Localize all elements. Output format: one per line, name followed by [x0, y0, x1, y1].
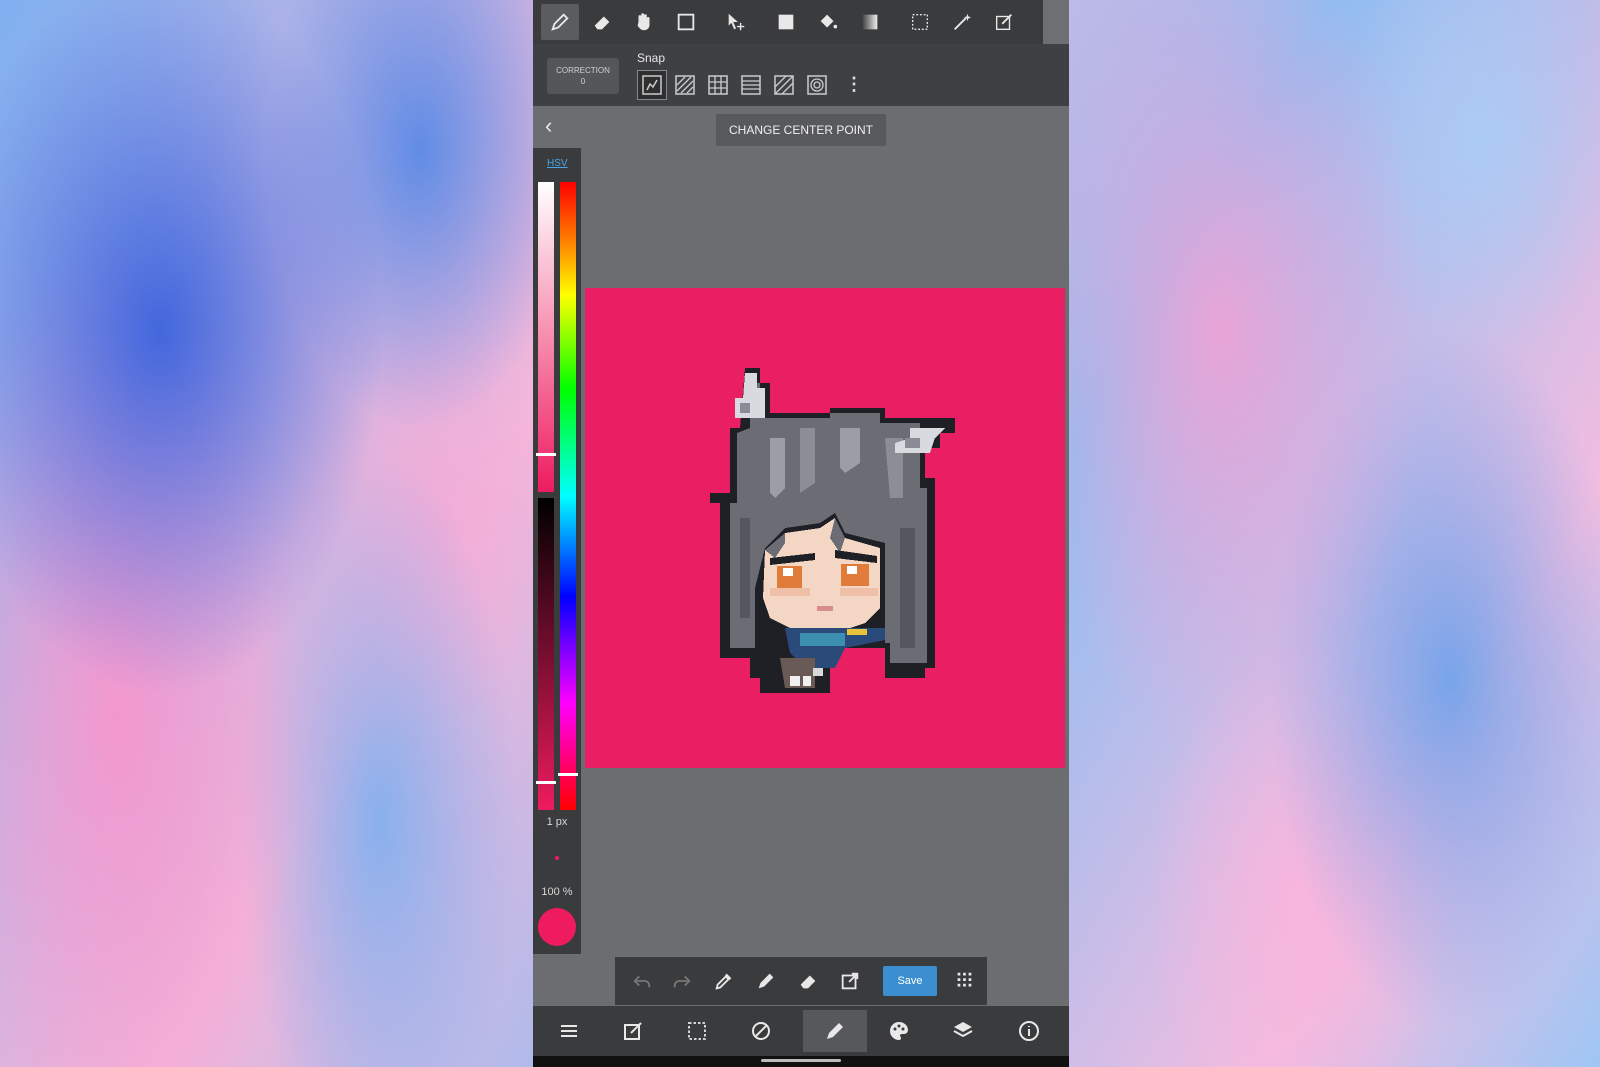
redo-button[interactable]	[665, 965, 699, 997]
snap-diagonal-icon	[774, 75, 794, 95]
hand-tool-button[interactable]	[625, 4, 663, 40]
hue-slider-handle[interactable]	[558, 773, 578, 776]
snap-off-button[interactable]	[637, 70, 667, 100]
brush-size-preview	[555, 856, 559, 860]
menu-icon	[561, 1025, 577, 1037]
select-rect-icon	[911, 13, 929, 31]
color-mode-toggle[interactable]: HSV	[547, 158, 568, 169]
eyedropper-icon	[715, 973, 732, 990]
info-icon	[1019, 1021, 1039, 1041]
selection-icon	[688, 1022, 706, 1040]
value-slider[interactable]	[538, 498, 554, 810]
undo-button[interactable]	[625, 965, 659, 997]
saturation-slider[interactable]	[538, 182, 554, 492]
grid-icon	[957, 972, 972, 987]
opacity-label[interactable]: 100 %	[533, 886, 581, 898]
system-nav-bar	[533, 1056, 1069, 1067]
palette-icon	[889, 1022, 908, 1040]
rotate-icon	[752, 1022, 770, 1040]
move-select-tool-button[interactable]	[717, 4, 755, 40]
gradient-tool-button[interactable]	[851, 4, 889, 40]
color-panel: HSV 1 px 100 %	[533, 148, 581, 954]
bucket-tool-button[interactable]	[809, 4, 847, 40]
shape-tool-button[interactable]	[667, 4, 705, 40]
pencil-icon	[758, 973, 774, 989]
pencil-tool-button[interactable]	[541, 4, 579, 40]
magic-wand-icon	[954, 13, 972, 30]
home-indicator[interactable]	[761, 1059, 841, 1062]
transform-icon	[841, 972, 859, 990]
select-tool-button[interactable]	[901, 4, 939, 40]
snap-circle-button[interactable]	[802, 70, 832, 100]
snap-label: Snap	[637, 51, 666, 65]
select-pen-icon	[995, 14, 1012, 31]
quick-pencil-button[interactable]	[749, 965, 783, 997]
pencil-icon	[551, 13, 569, 31]
snap-diagonal-button[interactable]	[769, 70, 799, 100]
nav-rotate-button[interactable]	[729, 1010, 793, 1052]
app-window: CORRECTION 0 Snap ⋮ ‹ CHANGE CENTER POIN…	[533, 0, 1069, 1067]
back-arrow-icon[interactable]: ‹	[545, 113, 552, 139]
move-select-icon	[728, 13, 745, 31]
quick-action-bar: Save	[615, 957, 987, 1005]
brush-size-label[interactable]: 1 px	[533, 816, 581, 828]
select-pen-tool-button[interactable]	[985, 4, 1023, 40]
brush-icon	[827, 1023, 843, 1039]
save-button[interactable]: Save	[883, 966, 937, 996]
nav-menu-button[interactable]	[537, 1010, 601, 1052]
correction-button[interactable]: CORRECTION 0	[547, 58, 619, 94]
more-vert-icon[interactable]: ⋮	[845, 74, 863, 95]
change-center-point-tooltip[interactable]: CHANGE CENTER POINT	[716, 114, 886, 146]
fill-rect-tool-button[interactable]	[767, 4, 805, 40]
snap-parallel-button[interactable]	[670, 70, 700, 100]
magic-wand-tool-button[interactable]	[943, 4, 981, 40]
eraser-icon	[800, 975, 816, 989]
shape-rect-icon	[677, 13, 695, 31]
bottom-nav	[533, 1006, 1069, 1056]
eraser-tool-button[interactable]	[583, 4, 621, 40]
eyedropper-button[interactable]	[707, 965, 741, 997]
correction-value: 0	[580, 77, 586, 86]
nav-layers-button[interactable]	[931, 1010, 995, 1052]
tool-toolbar	[533, 0, 1069, 44]
snap-bar: CORRECTION 0 Snap ⋮	[533, 44, 1069, 106]
snap-parallel-icon	[675, 75, 695, 95]
hue-slider[interactable]	[560, 182, 576, 810]
bucket-icon	[820, 14, 838, 29]
nav-brush-button[interactable]	[803, 1010, 867, 1052]
drawing-canvas[interactable]	[585, 288, 1065, 768]
layers-icon	[953, 1022, 973, 1038]
redo-icon	[673, 975, 691, 988]
transform-button[interactable]	[833, 965, 867, 997]
undo-icon	[633, 975, 651, 988]
snap-circle-icon	[807, 75, 827, 95]
pixel-art-character	[710, 368, 955, 693]
snap-grid-icon	[708, 75, 728, 95]
current-color-swatch[interactable]	[538, 908, 576, 946]
nav-info-button[interactable]	[997, 1010, 1061, 1052]
snap-perspective-icon	[741, 75, 761, 95]
quick-eraser-button[interactable]	[791, 965, 825, 997]
grid-button[interactable]	[947, 965, 981, 997]
hand-icon	[637, 13, 650, 31]
eraser-icon	[594, 16, 610, 30]
correction-label: CORRECTION	[556, 66, 610, 75]
edit-icon	[624, 1022, 642, 1040]
saturation-slider-handle[interactable]	[536, 453, 556, 456]
snap-off-icon	[642, 75, 662, 95]
toolbar-scroll-handle[interactable]	[1043, 0, 1069, 44]
nav-edit-button[interactable]	[601, 1010, 665, 1052]
fill-rect-icon	[778, 14, 794, 30]
snap-perspective-button[interactable]	[736, 70, 766, 100]
value-slider-handle[interactable]	[536, 781, 556, 784]
nav-palette-button[interactable]	[867, 1010, 931, 1052]
gradient-icon	[862, 14, 878, 30]
nav-selection-button[interactable]	[665, 1010, 729, 1052]
snap-grid-button[interactable]	[703, 70, 733, 100]
